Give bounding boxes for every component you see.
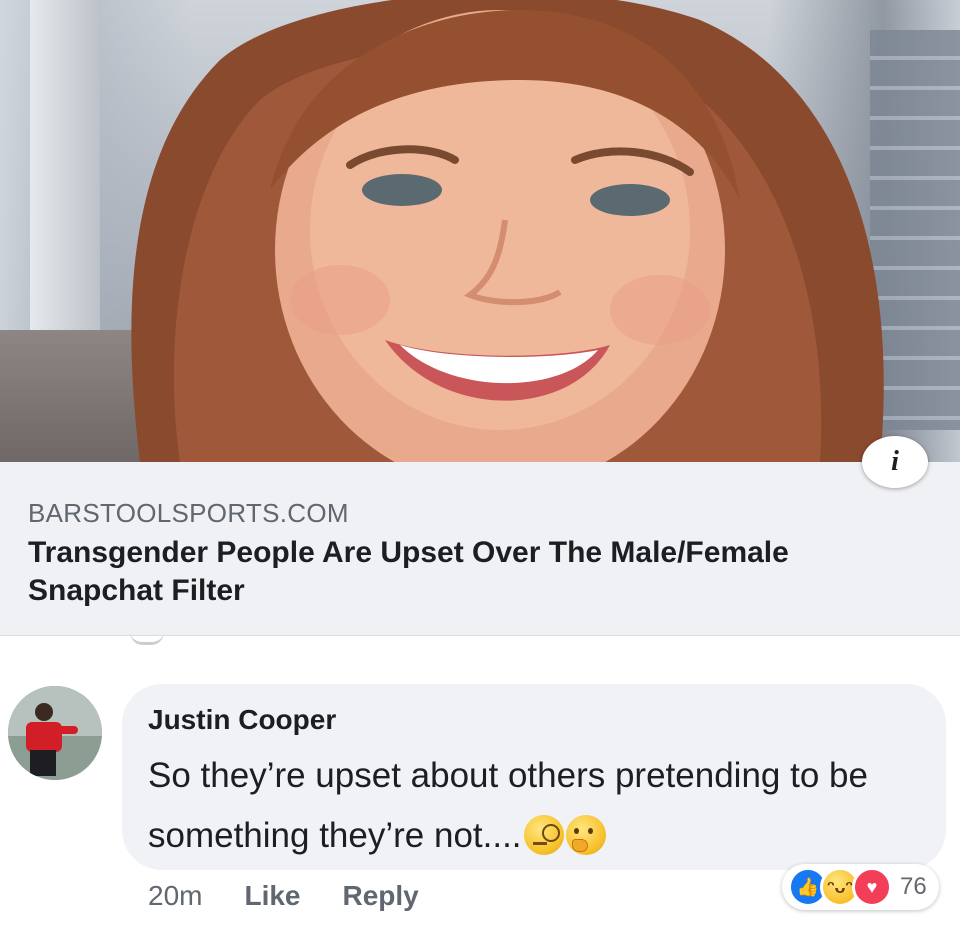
link-preview-caption[interactable]: BARSTOOLSPORTS.COM Transgender People Ar… <box>0 462 960 636</box>
comment-actions: 20m Like Reply <box>148 880 419 912</box>
comment-body: So they’re upset about others pretending… <box>148 756 868 855</box>
reactions-summary[interactable]: 👍 ᵔᴗᵔ ♥ 76 <box>782 864 939 910</box>
comment-author[interactable]: Justin Cooper <box>148 704 336 736</box>
face-with-monocle-icon <box>523 815 564 855</box>
reaction-count: 76 <box>900 873 927 900</box>
portrait-photo <box>131 0 884 462</box>
comment-timestamp[interactable]: 20m <box>148 880 202 912</box>
comment-bubble: Justin Cooper So they’re upset about oth… <box>122 684 946 870</box>
link-domain: BARSTOOLSPORTS.COM <box>28 498 349 528</box>
love-icon: ♥ <box>852 867 892 907</box>
avatar[interactable] <box>8 686 102 780</box>
info-icon[interactable]: i <box>862 436 928 488</box>
reply-button[interactable]: Reply <box>343 880 419 912</box>
thinking-face-icon <box>565 815 606 855</box>
link-headline[interactable]: Transgender People Are Upset Over The Ma… <box>28 534 928 610</box>
like-button[interactable]: Like <box>244 880 300 912</box>
comment-text: So they’re upset about others pretending… <box>148 746 928 866</box>
divider-curve <box>130 632 164 645</box>
link-preview-image[interactable] <box>0 0 960 462</box>
